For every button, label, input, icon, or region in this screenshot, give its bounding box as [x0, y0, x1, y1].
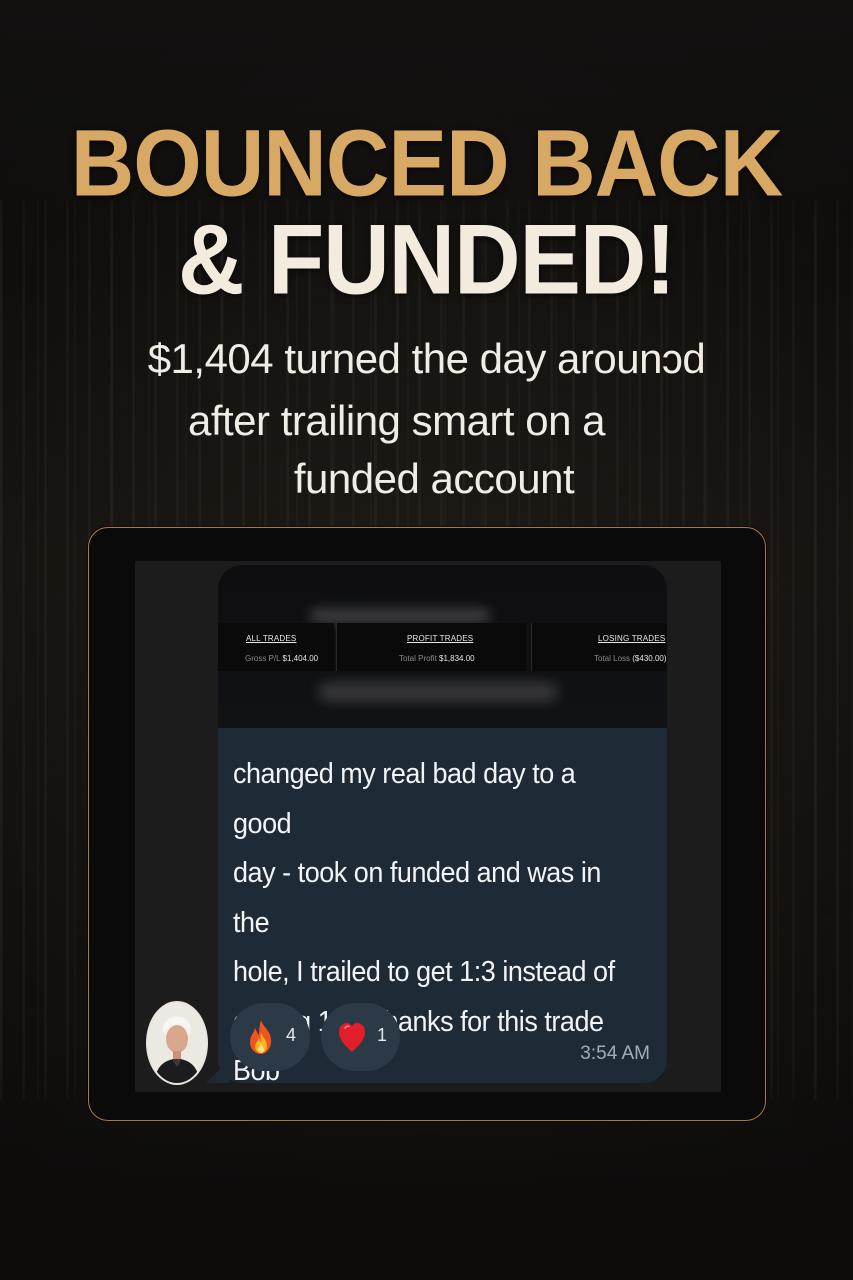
total-profit-value: $1,834.00 — [439, 654, 475, 663]
losing-trades-label: LOSING TRADES — [598, 634, 666, 643]
total-loss-label: Total Loss — [594, 654, 631, 663]
heart-icon — [339, 1023, 365, 1052]
subheadline-line-3: funded account — [293, 455, 575, 502]
subheadline-line-2: after trailing smart on a — [187, 397, 606, 444]
gross-pl-value: $1,404.00 — [282, 654, 319, 663]
losing-trades-panel: LOSING TRADES Total Loss ($430.00) — [531, 623, 667, 671]
message-line: changed my real bad day to a good — [233, 758, 576, 840]
reaction-heart-count: 1 — [377, 1024, 388, 1045]
redacted-footer — [318, 682, 558, 702]
message-line: hole, I trailed to get 1:3 instead of — [233, 956, 615, 988]
reaction-fire-count: 4 — [286, 1024, 297, 1045]
message-timestamp: 3:54 AM — [580, 1043, 650, 1064]
all-trades-stat: Gross P/L $1,404.00 — [245, 654, 318, 663]
reaction-fire[interactable]: 4 — [230, 1003, 310, 1071]
profit-trades-label: PROFIT TRADES — [407, 634, 474, 643]
gross-pl-label: Gross P/L — [245, 654, 281, 663]
reaction-heart[interactable]: 1 — [321, 1003, 400, 1071]
profit-trades-stat: Total Profit $1,834.00 — [399, 654, 475, 663]
avatar-portrait — [148, 1003, 206, 1083]
headline-line-1: BOUNCED BACK — [70, 109, 784, 216]
fire-icon — [250, 1020, 272, 1054]
total-profit-label: Total Profit — [399, 654, 437, 663]
subheadline-line-1: $1,404 turned the day arounɔd — [147, 335, 706, 382]
message-line: day - took on funded and was in the — [233, 857, 601, 939]
all-trades-label: ALL TRADES — [246, 634, 297, 643]
avatar[interactable] — [146, 1001, 208, 1085]
redacted-header — [310, 609, 490, 623]
all-trades-panel: ALL TRADES Gross P/L $1,404.00 — [218, 623, 334, 671]
profit-trades-panel: PROFIT TRADES Total Profit $1,834.00 — [336, 623, 526, 671]
message-bubble[interactable]: ALL TRADES Gross P/L $1,404.00 PROFIT TR… — [218, 565, 667, 1083]
trade-summary-image[interactable]: ALL TRADES Gross P/L $1,404.00 PROFIT TR… — [218, 565, 667, 728]
total-loss-value: ($430.00) — [632, 654, 667, 663]
losing-trades-stat: Total Loss ($430.00) — [594, 654, 667, 663]
headline-line-2: & FUNDED! — [178, 204, 676, 316]
